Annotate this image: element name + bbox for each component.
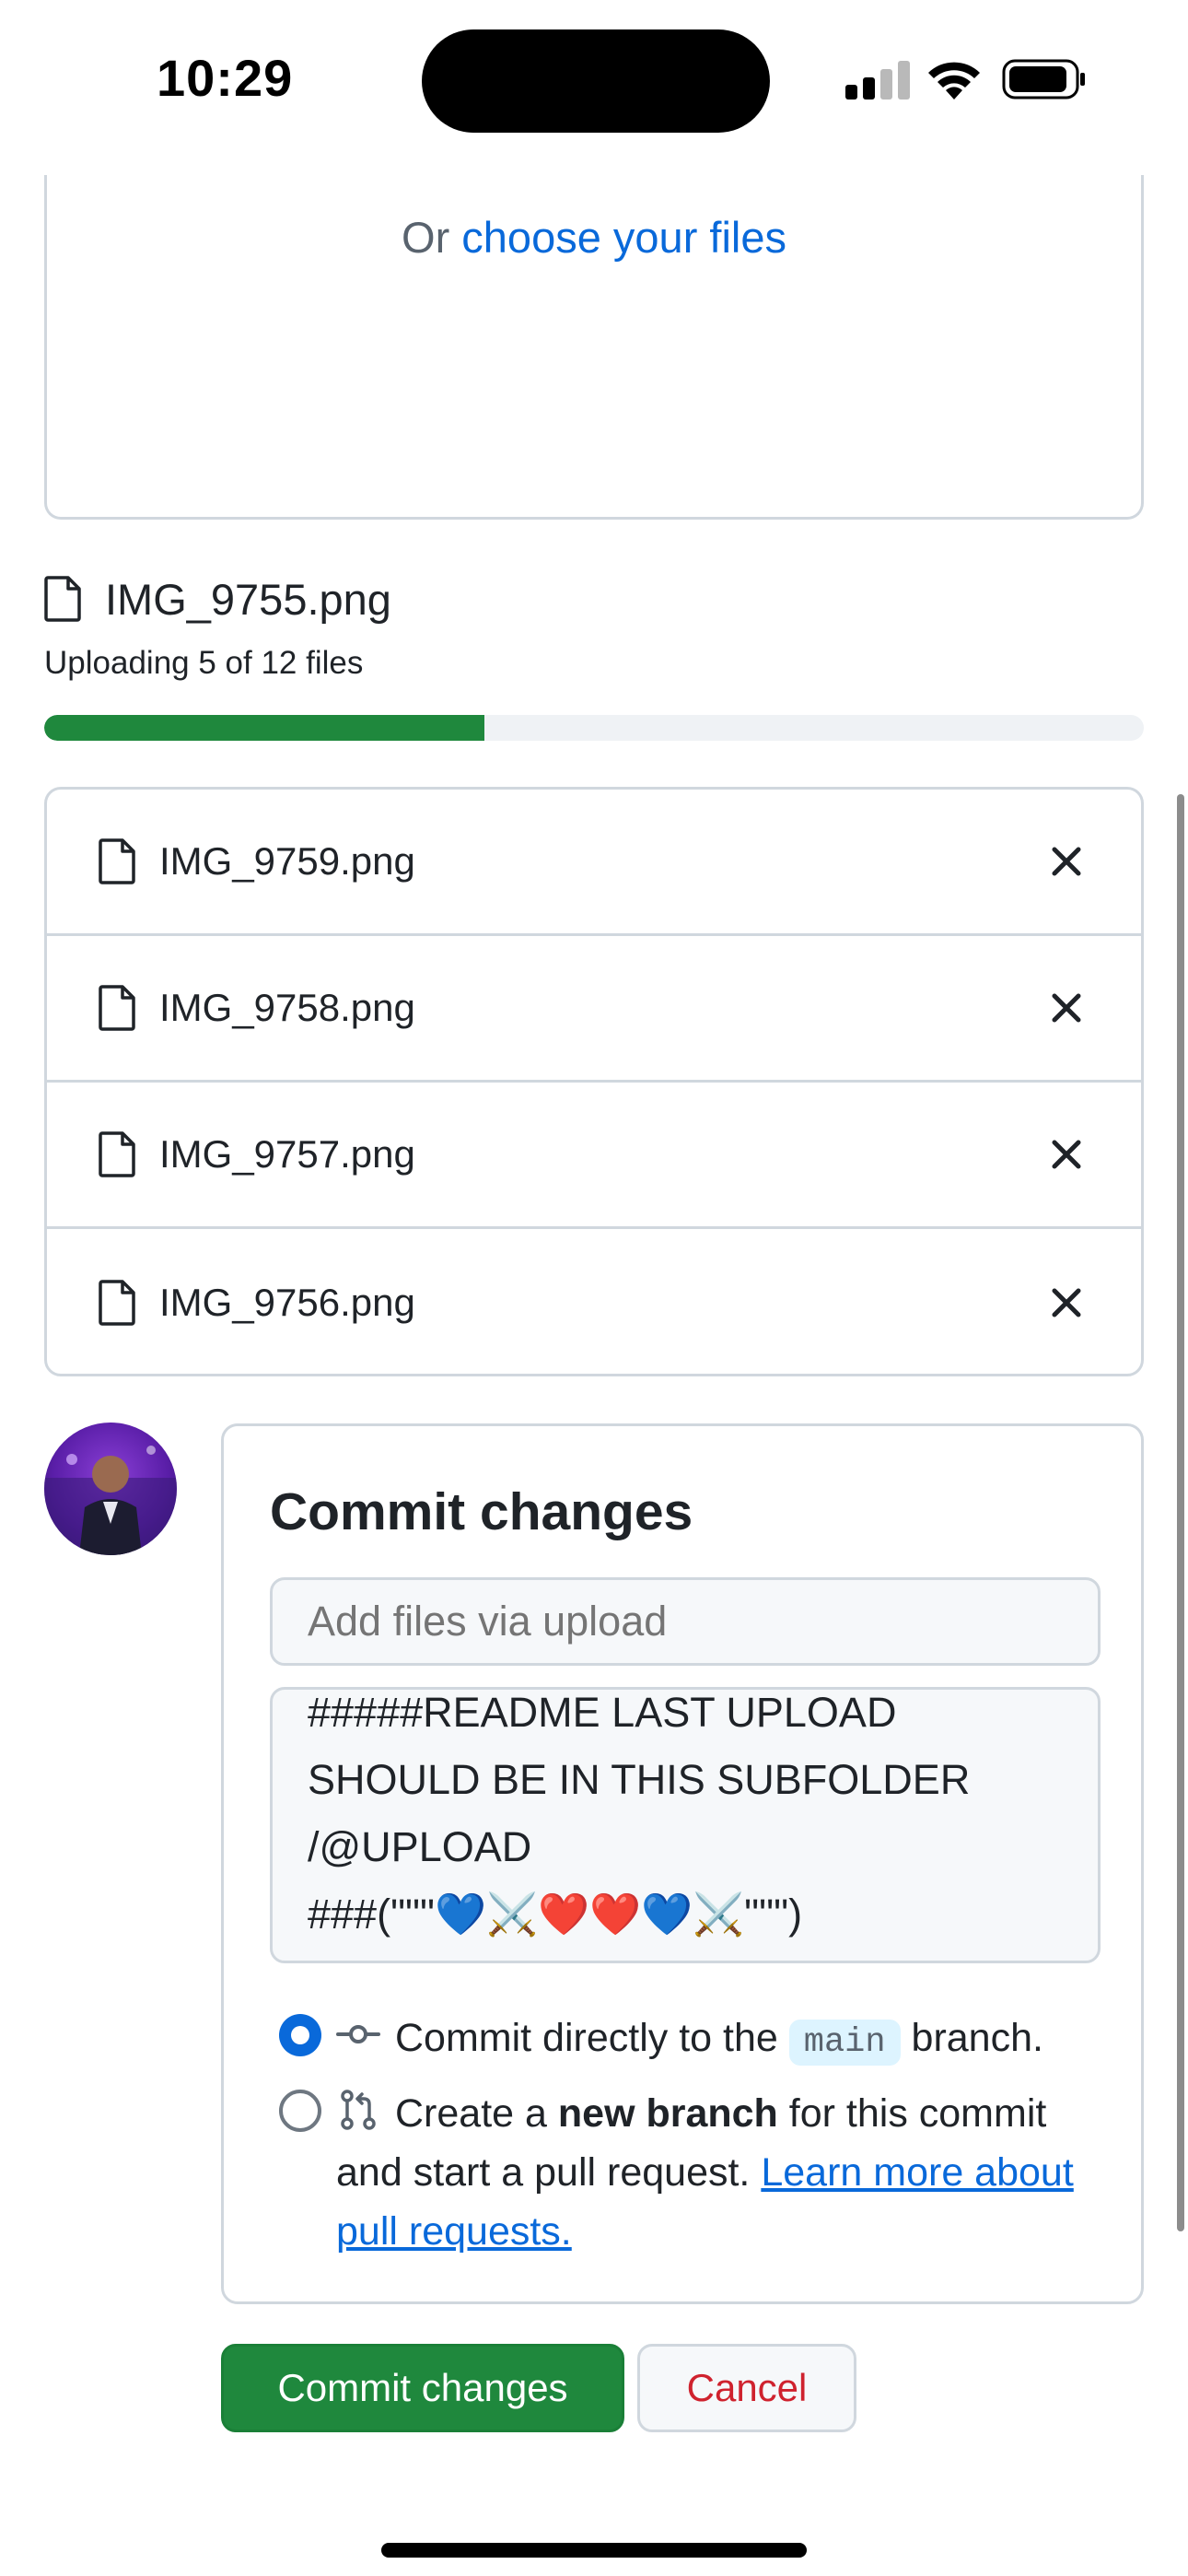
upload-progress-bar xyxy=(44,715,1144,741)
file-name: IMG_9757.png xyxy=(159,1132,415,1176)
cancel-button[interactable]: Cancel xyxy=(637,2344,856,2432)
new-branch-bold: new branch xyxy=(557,2091,778,2136)
file-icon xyxy=(44,576,81,622)
branch-name: main xyxy=(788,2020,901,2066)
file-row: IMG_9758.png xyxy=(47,936,1141,1083)
file-dropzone[interactable]: Or choose your files xyxy=(44,175,1144,520)
file-icon xyxy=(99,1279,135,1326)
commit-description-input[interactable]: #####README LAST UPLOAD SHOULD BE IN THI… xyxy=(270,1687,1101,1963)
new-branch-radio[interactable] xyxy=(279,2090,321,2132)
new-branch-before: Create a xyxy=(395,2091,547,2136)
file-name: IMG_9759.png xyxy=(159,839,415,883)
choose-files-line: Or choose your files xyxy=(47,212,1141,263)
battery-icon xyxy=(1002,59,1085,100)
dynamic-island xyxy=(422,29,770,133)
file-icon xyxy=(99,1131,135,1177)
queued-file-list: IMG_9759.png IMG_9758.png IMG_9757.png I… xyxy=(44,787,1144,1376)
close-icon[interactable] xyxy=(1042,837,1091,886)
file-row: IMG_9757.png xyxy=(47,1083,1141,1229)
choose-prefix: Or xyxy=(402,213,462,262)
file-row: IMG_9756.png xyxy=(47,1229,1141,1374)
close-icon[interactable] xyxy=(1042,983,1091,1033)
close-icon[interactable] xyxy=(1042,1278,1091,1328)
commit-summary-input[interactable] xyxy=(270,1577,1101,1666)
git-commit-icon xyxy=(336,2025,380,2043)
commit-description-text: #####README LAST UPLOAD SHOULD BE IN THI… xyxy=(308,1689,971,1938)
scrollbar[interactable] xyxy=(1177,794,1184,2231)
status-time: 10:29 xyxy=(157,49,294,107)
commit-form: Commit changes #####README LAST UPLOAD S… xyxy=(221,1423,1144,2304)
new-branch-option[interactable]: Create a new branch for this commit and … xyxy=(224,2084,1145,2268)
commit-direct-label: Commit directly to the main branch. xyxy=(395,2008,1043,2072)
avatar-image xyxy=(44,1446,177,1555)
commit-direct-before: Commit directly to the xyxy=(395,2016,778,2060)
upload-progress-fill xyxy=(44,715,484,741)
upload-status: Uploading 5 of 12 files xyxy=(44,645,364,681)
avatar xyxy=(44,1423,177,1555)
uploading-file: IMG_9755.png xyxy=(44,571,391,626)
commit-direct-after: branch. xyxy=(911,2016,1043,2060)
commit-direct-radio[interactable] xyxy=(279,2014,321,2056)
commit-changes-button[interactable]: Commit changes xyxy=(221,2344,624,2432)
commit-title: Commit changes xyxy=(270,1482,693,1541)
file-row: IMG_9759.png xyxy=(47,790,1141,936)
choose-files-link[interactable]: choose your files xyxy=(461,213,786,262)
file-icon xyxy=(99,985,135,1031)
uploading-file-name: IMG_9755.png xyxy=(105,574,391,624)
wifi-icon xyxy=(928,62,980,100)
file-icon xyxy=(99,838,135,884)
home-indicator[interactable] xyxy=(381,2543,807,2558)
commit-direct-option[interactable]: Commit directly to the main branch. xyxy=(279,2008,1043,2072)
status-bar: 10:29 xyxy=(0,0,1188,166)
close-icon[interactable] xyxy=(1042,1130,1091,1179)
file-name: IMG_9756.png xyxy=(159,1280,415,1324)
new-branch-label: Create a new branch for this commit and … xyxy=(336,2084,1091,2261)
signal-icon xyxy=(845,61,910,100)
file-name: IMG_9758.png xyxy=(159,986,415,1029)
